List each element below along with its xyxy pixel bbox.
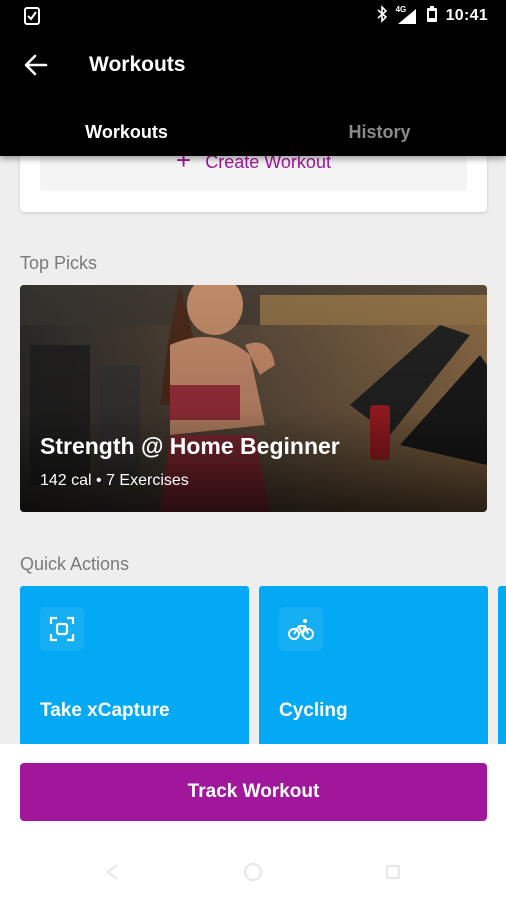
quick-action-label: Take xCapture <box>40 700 170 721</box>
track-workout-button[interactable]: Track Workout <box>20 763 487 821</box>
top-pick-meta: 142 cal • 7 Exercises <box>40 472 189 489</box>
page-title: Workouts <box>89 53 186 76</box>
create-workout-card: + Create Workout <box>20 156 487 212</box>
network-type: 4G <box>395 5 407 14</box>
system-nav-bar <box>0 852 506 892</box>
nav-recents-icon[interactable] <box>381 860 405 884</box>
plus-icon: + <box>176 156 192 175</box>
main-content[interactable]: + Create Workout Top Picks Strength @ Ho… <box>0 156 506 744</box>
scan-icon <box>40 607 84 651</box>
bicycle-icon <box>279 607 323 651</box>
quick-action-next[interactable] <box>498 586 506 744</box>
create-workout-label: Create Workout <box>205 156 331 172</box>
arrow-left-icon <box>24 54 48 76</box>
nav-back-icon[interactable] <box>101 860 125 884</box>
top-picks-heading: Top Picks <box>20 253 98 273</box>
status-bar: 4G 10:41 <box>0 0 506 32</box>
create-workout-button[interactable]: + Create Workout <box>40 156 467 191</box>
tab-bar: Workouts History <box>0 108 506 156</box>
quick-actions-heading: Quick Actions <box>20 554 130 574</box>
status-time: 10:41 <box>445 7 488 24</box>
bluetooth-icon <box>376 4 388 28</box>
top-pick-title: Strength @ Home Beginner <box>40 433 340 459</box>
quick-action-label: Cycling <box>279 700 348 721</box>
top-pick-card[interactable]: Strength @ Home Beginner 142 cal • 7 Exe… <box>20 285 487 512</box>
quick-action-take-xcapture[interactable]: Take xCapture <box>20 586 249 744</box>
signal-icon: 4G <box>395 5 418 25</box>
nav-home-icon[interactable] <box>241 860 265 884</box>
back-button[interactable] <box>18 50 54 80</box>
clipboard-check-icon <box>22 6 42 26</box>
tab-history[interactable]: History <box>253 108 506 156</box>
tab-workouts[interactable]: Workouts <box>0 108 253 156</box>
bottom-action-area: Track Workout <box>0 744 506 900</box>
app-bar: Workouts Workouts History <box>0 32 506 156</box>
quick-action-cycling[interactable]: Cycling <box>259 586 488 744</box>
battery-icon <box>426 5 438 28</box>
